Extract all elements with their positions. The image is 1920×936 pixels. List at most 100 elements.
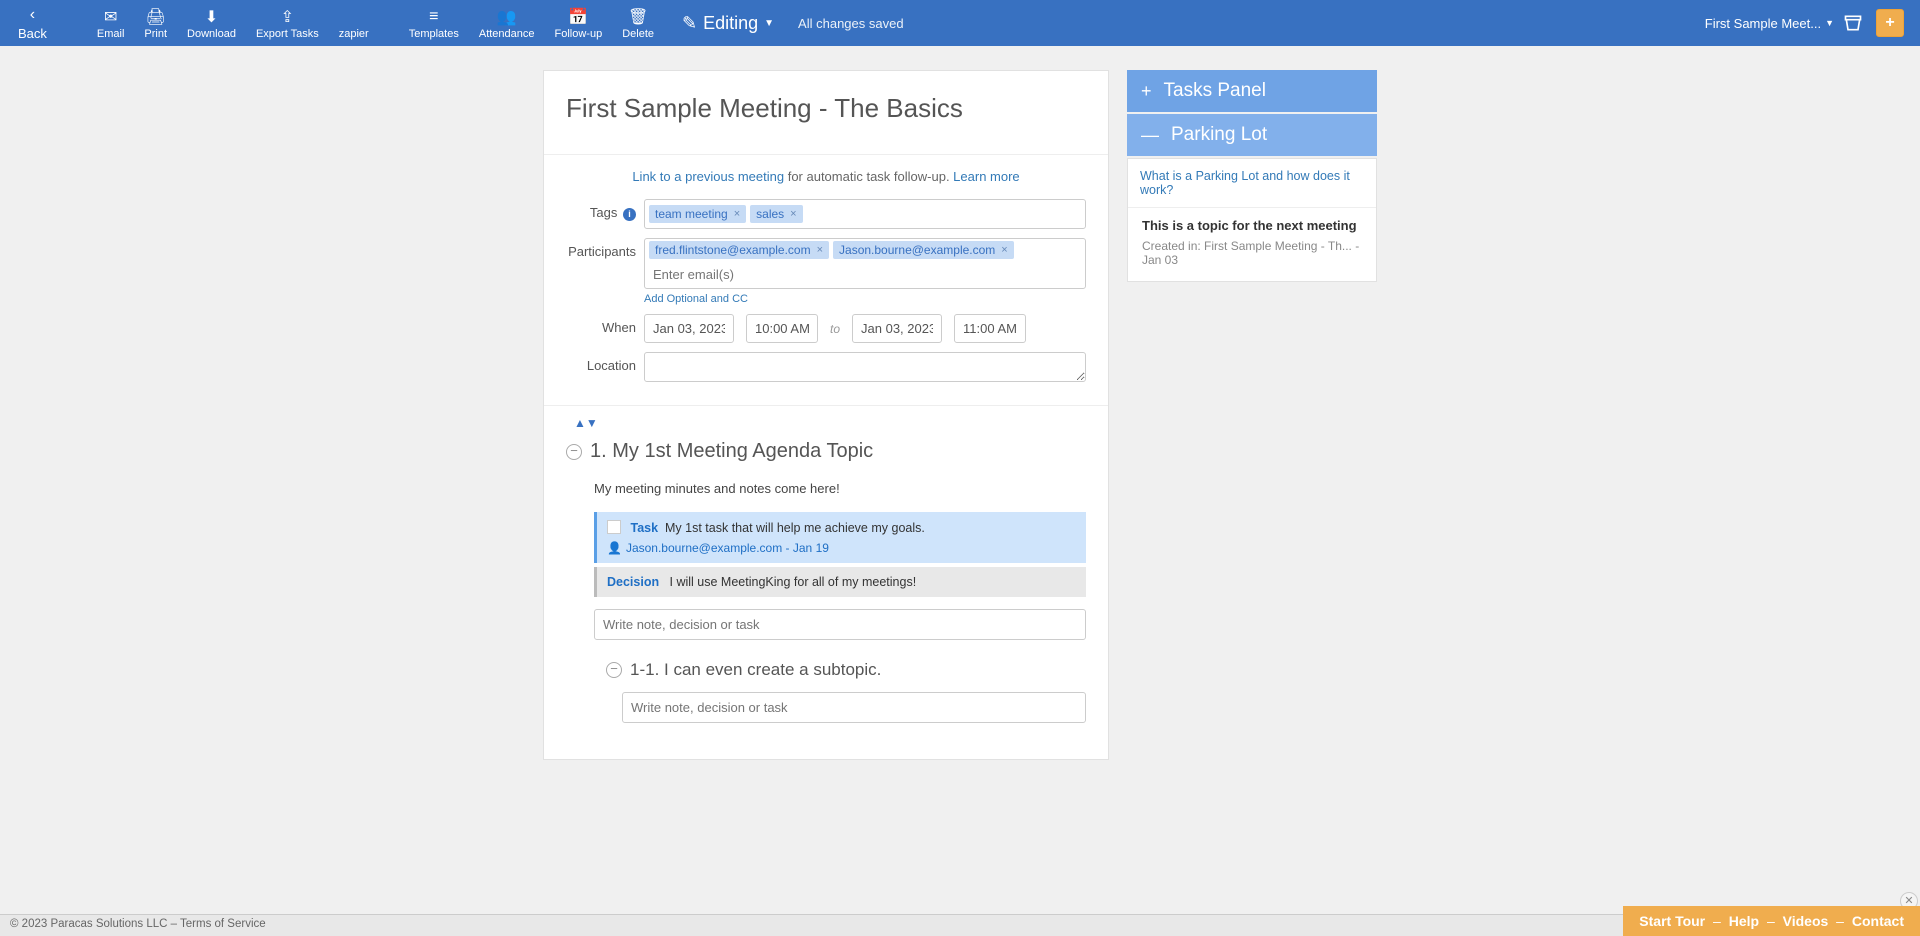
- decision-text: I will use MeetingKing for all of my mee…: [670, 575, 917, 589]
- task-label: Task: [630, 521, 658, 535]
- parking-lot-header[interactable]: — Parking Lot: [1127, 114, 1377, 156]
- task-text: My 1st task that will help me achieve my…: [665, 521, 925, 535]
- toolbar-zapier[interactable]: zapier: [329, 7, 379, 40]
- location-row: Location: [544, 351, 1108, 405]
- reorder-controls[interactable]: ▲▼: [566, 412, 1086, 434]
- back-button[interactable]: ‹ Back: [8, 5, 57, 41]
- end-time-input[interactable]: [954, 314, 1026, 343]
- start-time-input[interactable]: [746, 314, 818, 343]
- tags-label: Tags i: [566, 199, 644, 229]
- copyright: © 2023 Paracas Solutions LLC: [10, 918, 167, 930]
- add-button[interactable]: +: [1876, 9, 1904, 37]
- plus-icon: +: [1885, 14, 1894, 32]
- to-label: to: [830, 322, 840, 336]
- participants-input[interactable]: fred.flintstone@example.com× Jason.bourn…: [644, 238, 1086, 289]
- meeting-card: First Sample Meeting - The Basics Link t…: [543, 70, 1109, 760]
- parking-item-title: This is a topic for the next meeting: [1142, 218, 1362, 233]
- user-icon: 👤: [607, 541, 622, 555]
- learn-more-link[interactable]: Learn more: [953, 169, 1019, 184]
- link-previous-row: Link to a previous meeting for automatic…: [544, 155, 1108, 198]
- collapse-toggle[interactable]: −: [606, 662, 622, 678]
- parking-lot-label: Parking Lot: [1171, 124, 1267, 146]
- print-icon: 🖨: [146, 7, 166, 27]
- top-toolbar: ‹ Back ✉ Email 🖨 Print ⬇ Download ⇪ Expo…: [0, 0, 1920, 46]
- end-date-input[interactable]: [852, 314, 942, 343]
- topic-note[interactable]: My meeting minutes and notes come here!: [594, 481, 1086, 496]
- collapse-toggle[interactable]: −: [566, 444, 582, 460]
- caret-down-icon[interactable]: ▼: [586, 416, 598, 430]
- breadcrumb-label: First Sample Meet...: [1705, 16, 1821, 31]
- archive-icon: [1843, 13, 1863, 33]
- tags-row: Tags i team meeting× sales×: [544, 198, 1108, 237]
- chevron-down-icon: ▼: [1825, 18, 1834, 28]
- when-row: When to: [544, 313, 1108, 351]
- task-item[interactable]: Task My 1st task that will help me achie…: [594, 512, 1086, 563]
- tags-input[interactable]: team meeting× sales×: [644, 199, 1086, 229]
- toolbar-email[interactable]: ✉ Email: [87, 7, 135, 40]
- topic-title[interactable]: 1. My 1st Meeting Agenda Topic: [590, 440, 873, 463]
- tag-remove-icon[interactable]: ×: [734, 208, 740, 220]
- back-label: Back: [18, 26, 47, 41]
- page-content: First Sample Meeting - The Basics Link t…: [0, 46, 1920, 760]
- terms-link[interactable]: Terms of Service: [180, 918, 266, 930]
- toolbar-delete[interactable]: 🗑 Delete: [612, 7, 664, 40]
- participants-row: Participants fred.flintstone@example.com…: [544, 237, 1108, 313]
- task-checkbox[interactable]: [607, 520, 621, 534]
- tag-remove-icon[interactable]: ×: [817, 244, 823, 256]
- toolbar-attendance[interactable]: 👥 Attendance: [469, 7, 545, 40]
- toolbar-print[interactable]: 🖨 Print: [134, 7, 177, 40]
- topic-body: My meeting minutes and notes come here! …: [594, 481, 1086, 737]
- toolbar-templates[interactable]: ≡ Templates: [399, 7, 469, 40]
- note-input[interactable]: [594, 609, 1086, 640]
- link-previous-meeting[interactable]: Link to a previous meeting: [632, 169, 784, 184]
- topic-header: − 1. My 1st Meeting Agenda Topic: [566, 440, 1086, 463]
- topics-section: ▲▼ − 1. My 1st Meeting Agenda Topic My m…: [544, 406, 1108, 759]
- toolbar-label: Export Tasks: [256, 28, 319, 40]
- task-assignee[interactable]: Jason.bourne@example.com - Jan 19: [626, 541, 829, 555]
- decision-item[interactable]: Decision I will use MeetingKing for all …: [594, 567, 1086, 597]
- editing-label: Editing: [703, 13, 758, 34]
- edit-icon: ✎: [682, 13, 697, 34]
- subtopic-note-input[interactable]: [622, 692, 1086, 723]
- meeting-breadcrumb-dropdown[interactable]: First Sample Meet... ▼: [1705, 16, 1834, 31]
- subtopic-header: − 1-1. I can even create a subtopic.: [606, 660, 1086, 680]
- minus-icon: —: [1141, 125, 1159, 146]
- export-icon: ⇪: [281, 7, 294, 27]
- help-link[interactable]: Help: [1729, 913, 1759, 929]
- parking-lot-item[interactable]: This is a topic for the next meeting Cre…: [1128, 207, 1376, 281]
- parking-lot-help-link[interactable]: What is a Parking Lot and how does it wo…: [1128, 159, 1376, 207]
- tag-remove-icon[interactable]: ×: [1001, 244, 1007, 256]
- tag: team meeting×: [649, 205, 746, 223]
- participants-email-input[interactable]: [649, 263, 1081, 286]
- archive-button[interactable]: [1840, 13, 1866, 33]
- info-icon[interactable]: i: [623, 208, 636, 221]
- toolbar-label: Print: [144, 28, 167, 40]
- toolbar-download[interactable]: ⬇ Download: [177, 7, 246, 40]
- tasks-panel-header[interactable]: + Tasks Panel: [1127, 70, 1377, 112]
- subtopic: − 1-1. I can even create a subtopic.: [606, 660, 1086, 737]
- plus-icon: +: [1141, 81, 1152, 102]
- menu-icon: ≡: [429, 7, 438, 27]
- participant-tag: fred.flintstone@example.com×: [649, 241, 829, 259]
- videos-link[interactable]: Videos: [1783, 913, 1829, 929]
- tag-remove-icon[interactable]: ×: [790, 208, 796, 220]
- meeting-title[interactable]: First Sample Meeting - The Basics: [544, 71, 1108, 154]
- toolbar-label: Attendance: [479, 28, 535, 40]
- editing-mode-dropdown[interactable]: ✎ Editing ▼: [682, 13, 774, 34]
- location-input[interactable]: [644, 352, 1086, 382]
- toolbar-follow-up[interactable]: 📅 Follow-up: [545, 7, 613, 40]
- when-label: When: [566, 314, 644, 343]
- start-date-input[interactable]: [644, 314, 734, 343]
- chevron-down-icon: ▼: [764, 18, 774, 29]
- toolbar-label: Follow-up: [555, 28, 603, 40]
- start-tour-link[interactable]: Start Tour: [1639, 913, 1705, 929]
- caret-up-icon[interactable]: ▲: [574, 416, 586, 430]
- email-icon: ✉: [104, 7, 117, 27]
- toolbar-export-tasks[interactable]: ⇪ Export Tasks: [246, 7, 329, 40]
- subtopic-title[interactable]: 1-1. I can even create a subtopic.: [630, 660, 881, 680]
- toolbar-label: Templates: [409, 28, 459, 40]
- link-mid-text: for automatic task follow-up.: [784, 169, 953, 184]
- add-optional-cc-link[interactable]: Add Optional and CC: [644, 293, 748, 305]
- tag: sales×: [750, 205, 802, 223]
- contact-link[interactable]: Contact: [1852, 913, 1904, 929]
